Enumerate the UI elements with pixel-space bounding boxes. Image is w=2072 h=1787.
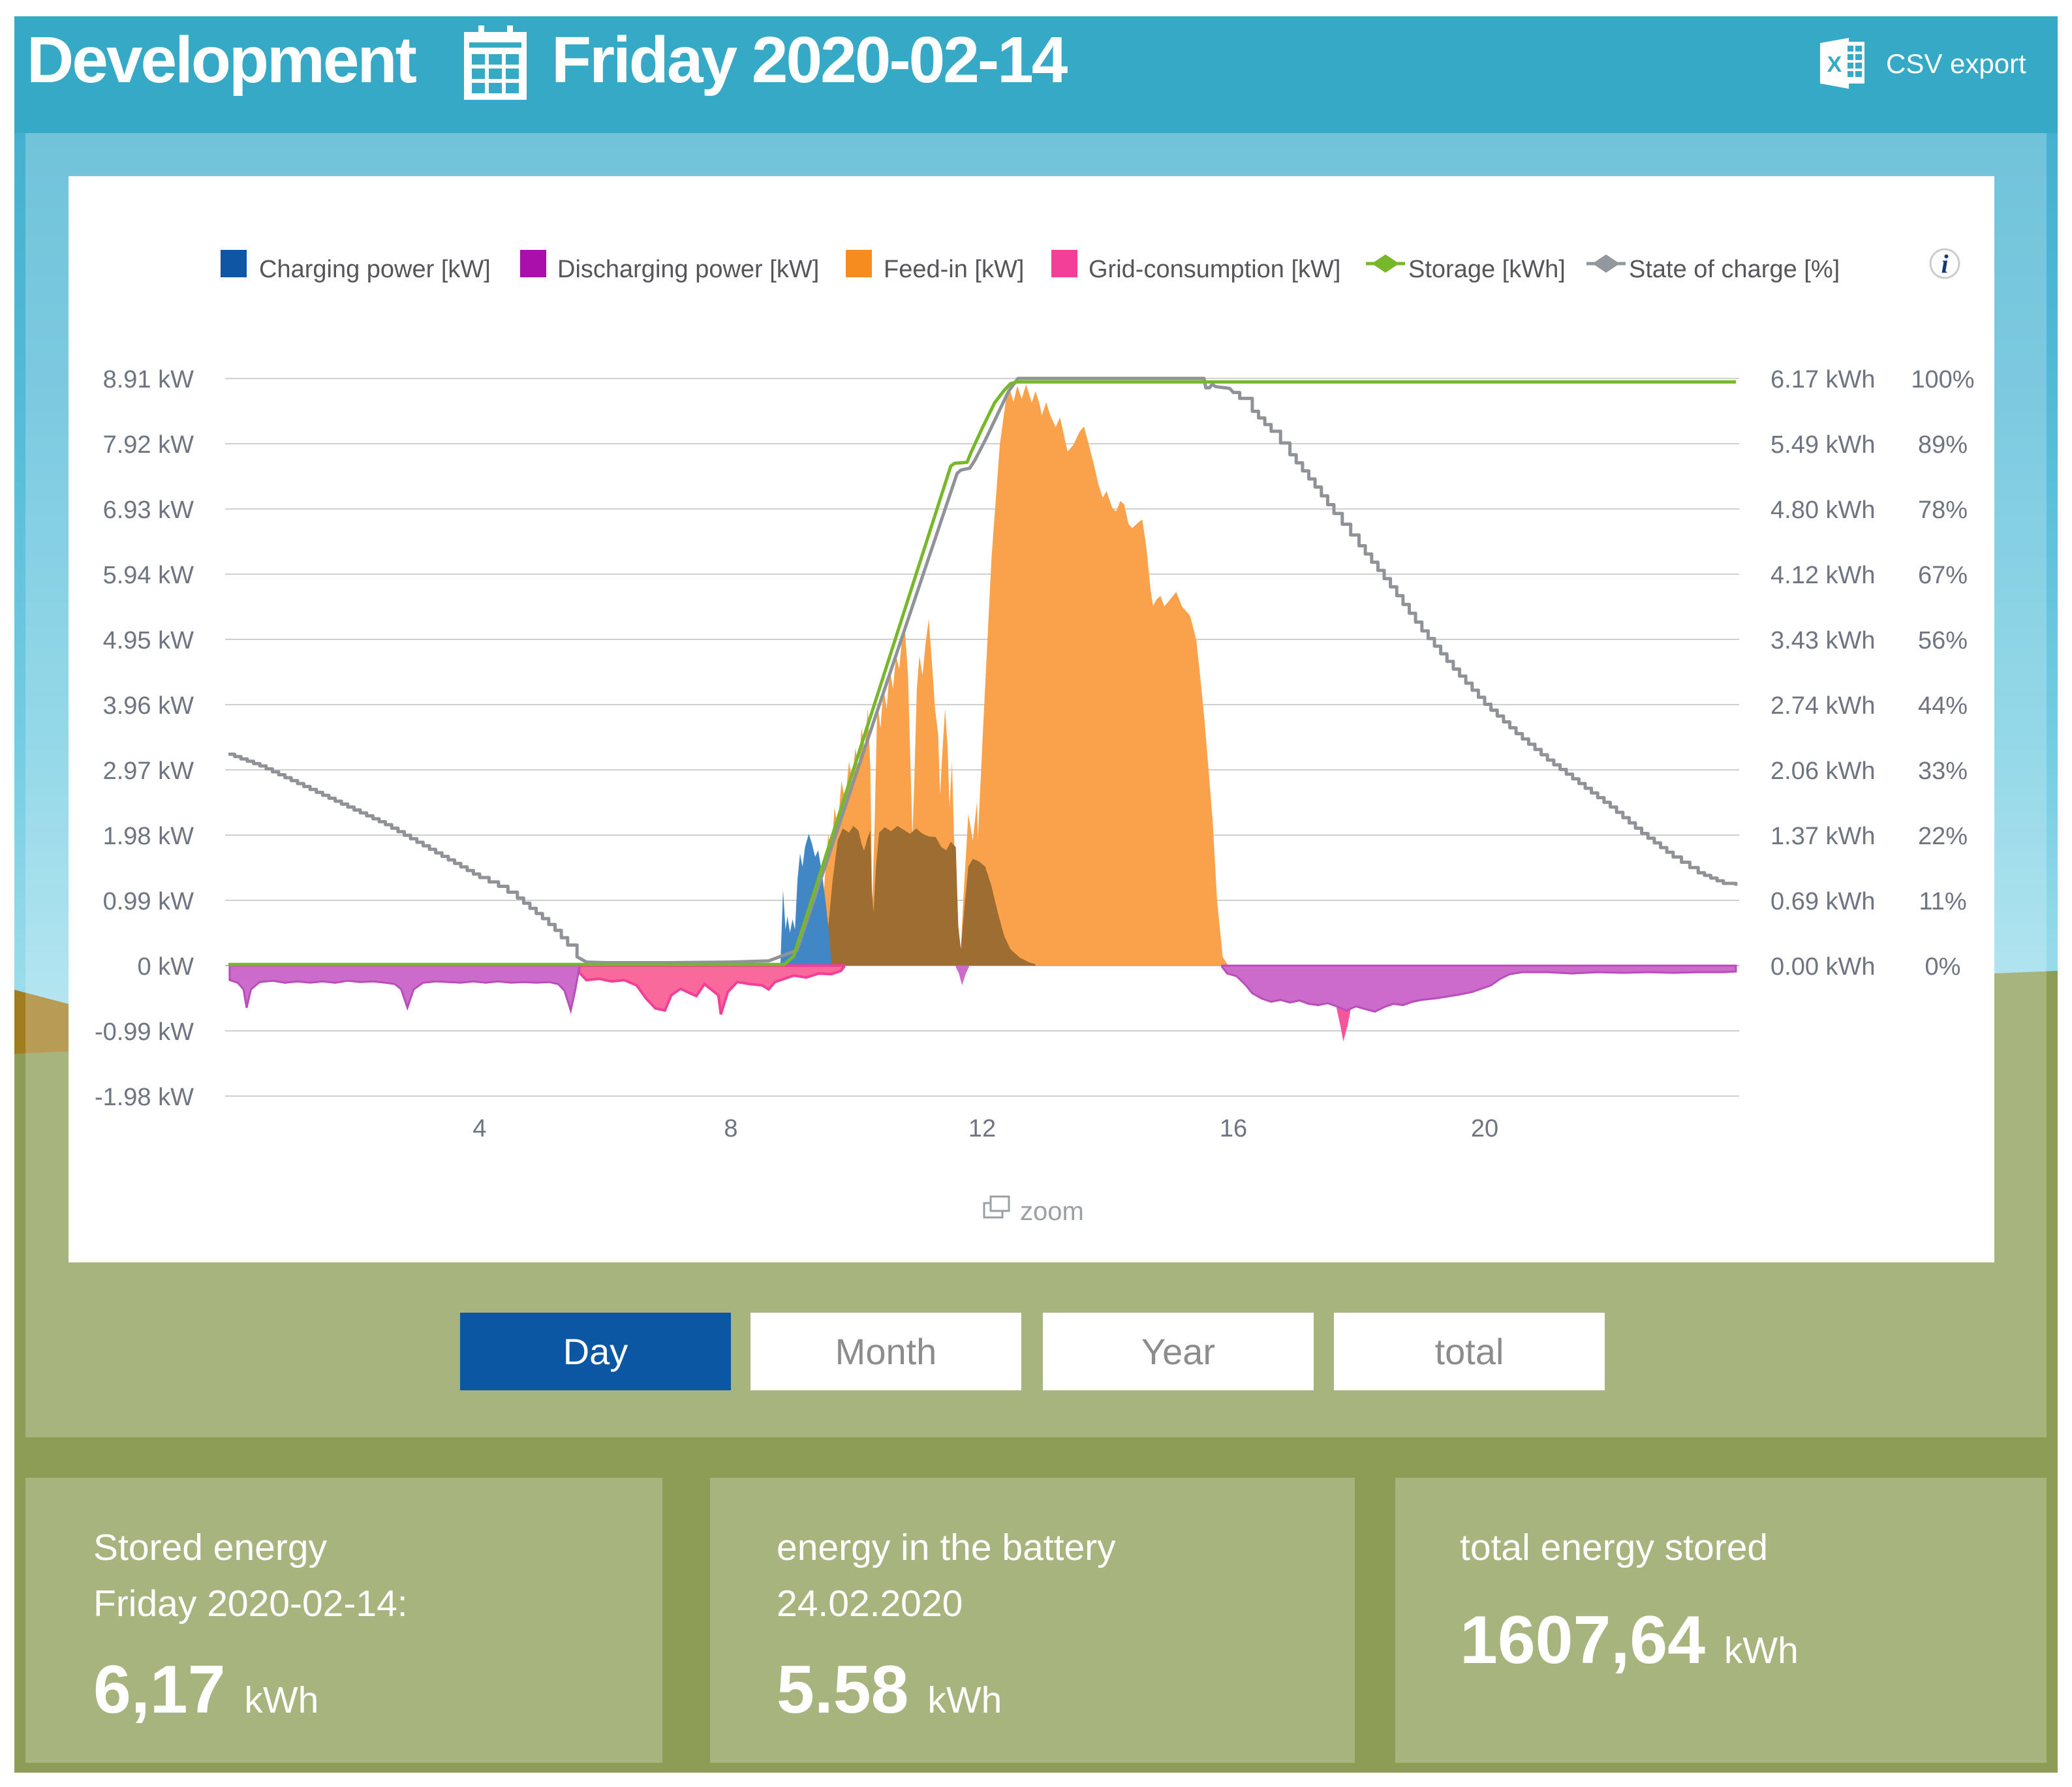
svg-text:X: X: [1827, 52, 1842, 77]
svg-text:3.43 kWh: 3.43 kWh: [1770, 627, 1876, 654]
svg-text:2.97 kW: 2.97 kW: [103, 757, 194, 785]
svg-text:78%: 78%: [1918, 496, 1968, 524]
svg-text:4.95 kW: 4.95 kW: [103, 627, 194, 654]
svg-text:0.69 kWh: 0.69 kWh: [1770, 888, 1876, 915]
svg-text:zoom: zoom: [1020, 1197, 1084, 1226]
svg-text:i: i: [1941, 249, 1948, 279]
svg-text:5.94 kW: 5.94 kW: [103, 562, 194, 589]
svg-text:5.49 kWh: 5.49 kWh: [1770, 431, 1876, 459]
svg-text:8: 8: [724, 1115, 737, 1142]
svg-text:89%: 89%: [1918, 431, 1968, 459]
svg-text:2.74 kWh: 2.74 kWh: [1770, 692, 1876, 720]
svg-text:3.96 kW: 3.96 kW: [103, 692, 194, 720]
svg-text:4.80 kWh: 4.80 kWh: [1770, 496, 1876, 524]
svg-text:Storage [kWh]: Storage [kWh]: [1408, 256, 1566, 283]
svg-text:Charging power [kW]: Charging power [kW]: [259, 256, 491, 283]
svg-text:7.92 kW: 7.92 kW: [103, 431, 194, 459]
svg-text:22%: 22%: [1918, 823, 1968, 850]
svg-text:4: 4: [472, 1115, 486, 1142]
svg-text:8.91 kW: 8.91 kW: [103, 366, 194, 393]
svg-text:11%: 11%: [1919, 888, 1966, 915]
svg-text:Feed-in [kW]: Feed-in [kW]: [884, 256, 1024, 283]
svg-text:56%: 56%: [1918, 627, 1968, 654]
svg-text:44%: 44%: [1918, 692, 1968, 720]
svg-text:0%: 0%: [1925, 953, 1961, 981]
svg-text:1.98 kW: 1.98 kW: [103, 823, 194, 850]
svg-text:-0.99 kW: -0.99 kW: [95, 1018, 194, 1046]
svg-text:2.06 kWh: 2.06 kWh: [1770, 757, 1876, 785]
svg-text:-1.98 kW: -1.98 kW: [95, 1084, 194, 1111]
svg-text:Discharging power [kW]: Discharging power [kW]: [557, 256, 819, 283]
svg-text:20: 20: [1471, 1115, 1498, 1142]
svg-text:16: 16: [1220, 1115, 1247, 1142]
svg-text:4.12 kWh: 4.12 kWh: [1770, 562, 1876, 589]
svg-text:1.37 kWh: 1.37 kWh: [1770, 823, 1876, 850]
svg-text:0.99 kW: 0.99 kW: [103, 888, 194, 915]
svg-text:12: 12: [968, 1115, 996, 1142]
svg-text:33%: 33%: [1918, 757, 1968, 785]
svg-text:Grid-consumption [kW]: Grid-consumption [kW]: [1089, 256, 1340, 283]
svg-text:67%: 67%: [1918, 562, 1968, 589]
svg-text:6.93 kW: 6.93 kW: [103, 496, 194, 524]
svg-text:0.00 kWh: 0.00 kWh: [1770, 953, 1876, 981]
svg-text:6.17 kWh: 6.17 kWh: [1770, 366, 1876, 393]
svg-text:State of charge [%]: State of charge [%]: [1629, 256, 1840, 283]
svg-text:100%: 100%: [1911, 366, 1974, 393]
svg-text:0 kW: 0 kW: [137, 953, 194, 981]
